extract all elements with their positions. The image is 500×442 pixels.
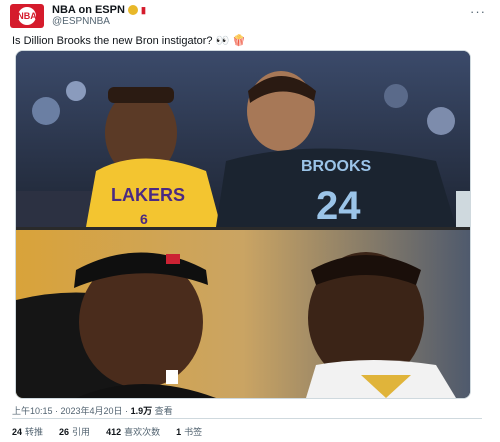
divider: [12, 418, 482, 419]
timestamp[interactable]: 上午10:15 · 2023年4月20日 ·: [12, 406, 131, 416]
stat-label: 引用: [72, 427, 91, 437]
lakers-jersey-text: LAKERS: [111, 185, 185, 205]
flag-icon: ▮: [140, 5, 146, 15]
avatar[interactable]: NBA: [10, 4, 44, 28]
stat-label: 转推: [25, 427, 44, 437]
stat-bookmarks[interactable]: 1 书签: [176, 425, 202, 438]
photo-bottom[interactable]: [16, 230, 470, 398]
engagement-stats: 24 转推 26 引用 412 喜欢次数 1 书签: [12, 425, 202, 438]
stat-count: 24: [12, 427, 23, 437]
photo-top[interactable]: LAKERS 6 BROOKS 24: [16, 51, 470, 227]
display-name[interactable]: NBA on ESPN: [52, 4, 125, 16]
handle[interactable]: @ESPNNBA: [52, 16, 146, 28]
stat-label: 喜欢次数: [124, 427, 161, 437]
tweet-text: Is Dillion Brooks the new Bron instigato…: [12, 35, 247, 47]
tweet-card: NBA NBA on ESPN ▮ @ESPNNBA ··· Is Dillio…: [8, 2, 492, 438]
brooks-jersey-name: BROOKS: [301, 158, 372, 175]
stat-retweets[interactable]: 24 转推: [12, 425, 43, 438]
verified-badge-icon: [127, 5, 138, 15]
espn-nba-logo-icon: NBA: [17, 7, 37, 25]
stat-quotes[interactable]: 26 引用: [59, 425, 90, 438]
views-label: 查看: [152, 406, 173, 416]
stat-likes[interactable]: 412 喜欢次数: [106, 425, 160, 438]
account-names: NBA on ESPN ▮ @ESPNNBA: [52, 4, 146, 28]
svg-text:6: 6: [140, 211, 148, 227]
views-count: 1.9万: [130, 406, 153, 416]
media-grid: LAKERS 6 BROOKS 24: [15, 50, 471, 399]
stat-count: 412: [106, 427, 122, 437]
ellipsis-icon[interactable]: ···: [470, 4, 486, 19]
stat-count: 26: [59, 427, 70, 437]
stat-label: 书签: [184, 427, 203, 437]
stat-count: 1: [176, 427, 182, 437]
brooks-jersey-number: 24: [316, 184, 361, 227]
tweet-header: NBA NBA on ESPN ▮ @ESPNNBA ···: [10, 4, 490, 30]
display-name-row[interactable]: NBA on ESPN ▮: [52, 4, 146, 16]
tweet-meta: 上午10:15 · 2023年4月20日 · 1.9万 查看: [12, 404, 173, 417]
